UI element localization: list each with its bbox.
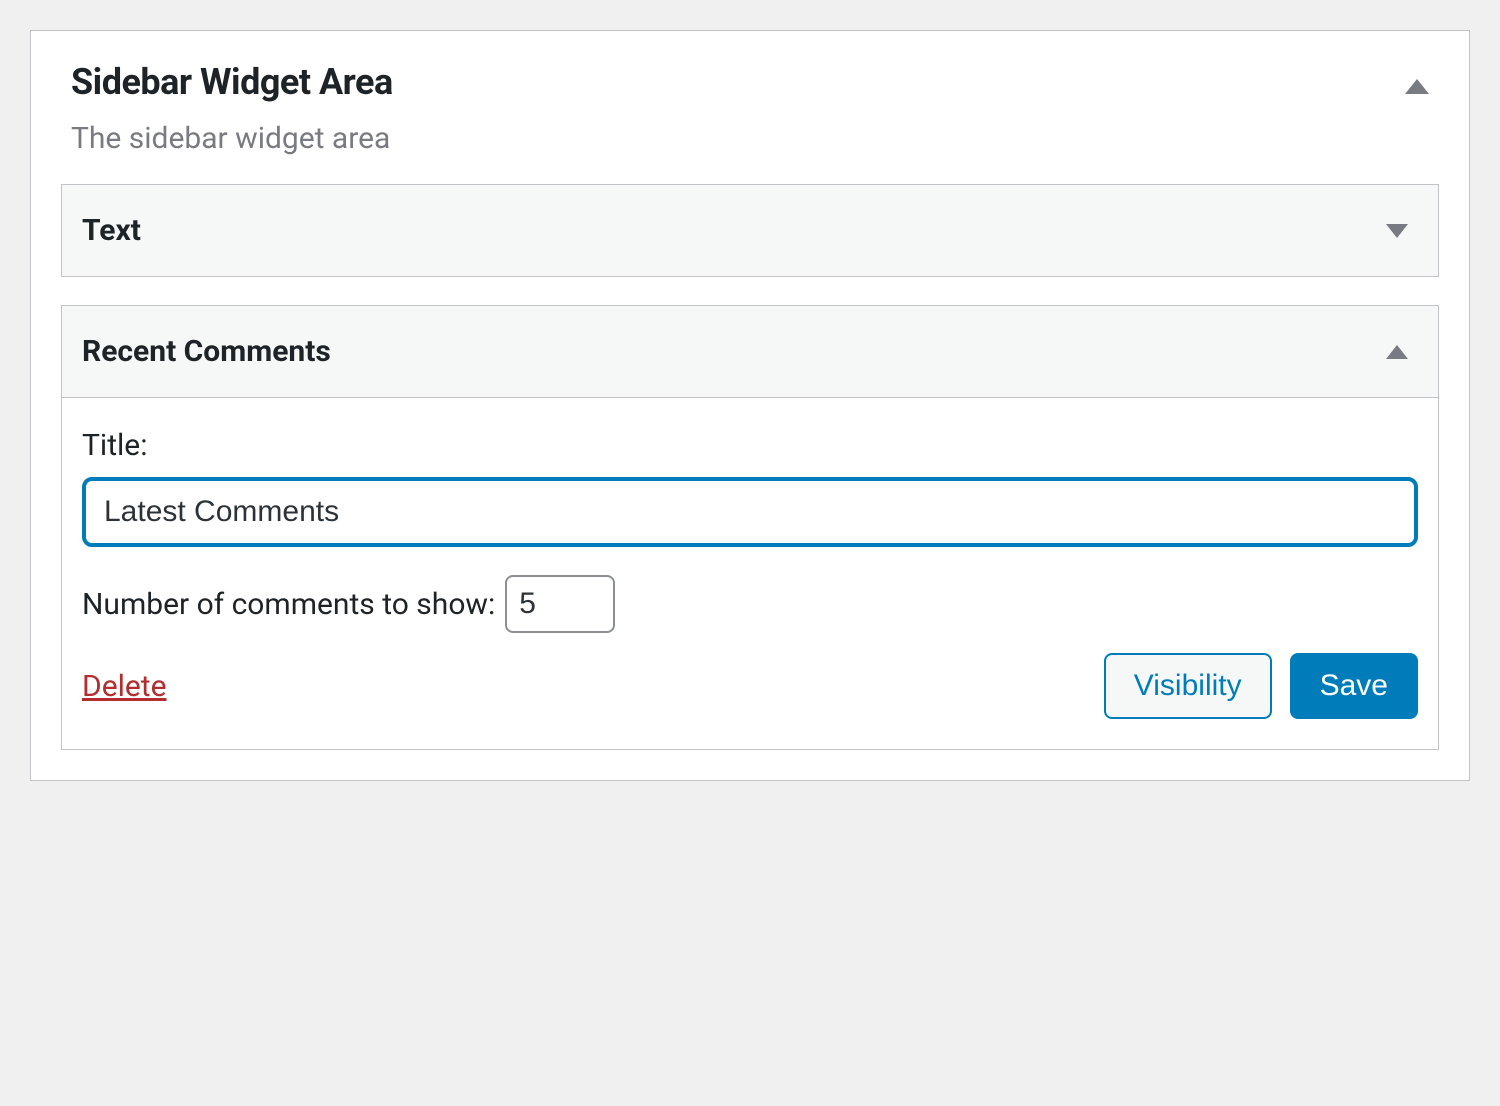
title-field-row: Title:: [82, 428, 1418, 547]
widget-recent-comments-body: Title: Number of comments to show: Delet…: [62, 397, 1438, 749]
save-button[interactable]: Save: [1290, 653, 1418, 719]
count-input[interactable]: [505, 575, 615, 633]
widget-area-title: Sidebar Widget Area: [71, 61, 1405, 103]
delete-link[interactable]: Delete: [82, 669, 167, 704]
collapse-icon[interactable]: [1386, 345, 1408, 359]
count-label: Number of comments to show:: [82, 587, 495, 622]
widget-area-panel: Sidebar Widget Area The sidebar widget a…: [30, 30, 1470, 781]
widget-recent-comments-title: Recent Comments: [82, 334, 331, 369]
visibility-button[interactable]: Visibility: [1104, 653, 1272, 719]
widget-text-header[interactable]: Text: [62, 185, 1438, 276]
widget-area-description: The sidebar widget area: [71, 121, 1405, 156]
expand-icon[interactable]: [1386, 224, 1408, 238]
widget-recent-comments-header[interactable]: Recent Comments: [62, 306, 1438, 397]
title-input[interactable]: [82, 477, 1418, 547]
collapse-icon[interactable]: [1405, 79, 1429, 94]
widget-area-header-text: Sidebar Widget Area The sidebar widget a…: [71, 61, 1405, 156]
widget-text: Text: [61, 184, 1439, 277]
title-label: Title:: [82, 428, 1418, 463]
widget-list: Text Recent Comments Title: Number of co…: [31, 184, 1469, 780]
widget-actions: Delete Visibility Save: [82, 653, 1418, 719]
count-field-row: Number of comments to show:: [82, 575, 1418, 633]
widget-recent-comments: Recent Comments Title: Number of comment…: [61, 305, 1439, 750]
widget-area-header[interactable]: Sidebar Widget Area The sidebar widget a…: [31, 31, 1469, 184]
action-buttons: Visibility Save: [1104, 653, 1418, 719]
widget-text-title: Text: [82, 213, 141, 248]
